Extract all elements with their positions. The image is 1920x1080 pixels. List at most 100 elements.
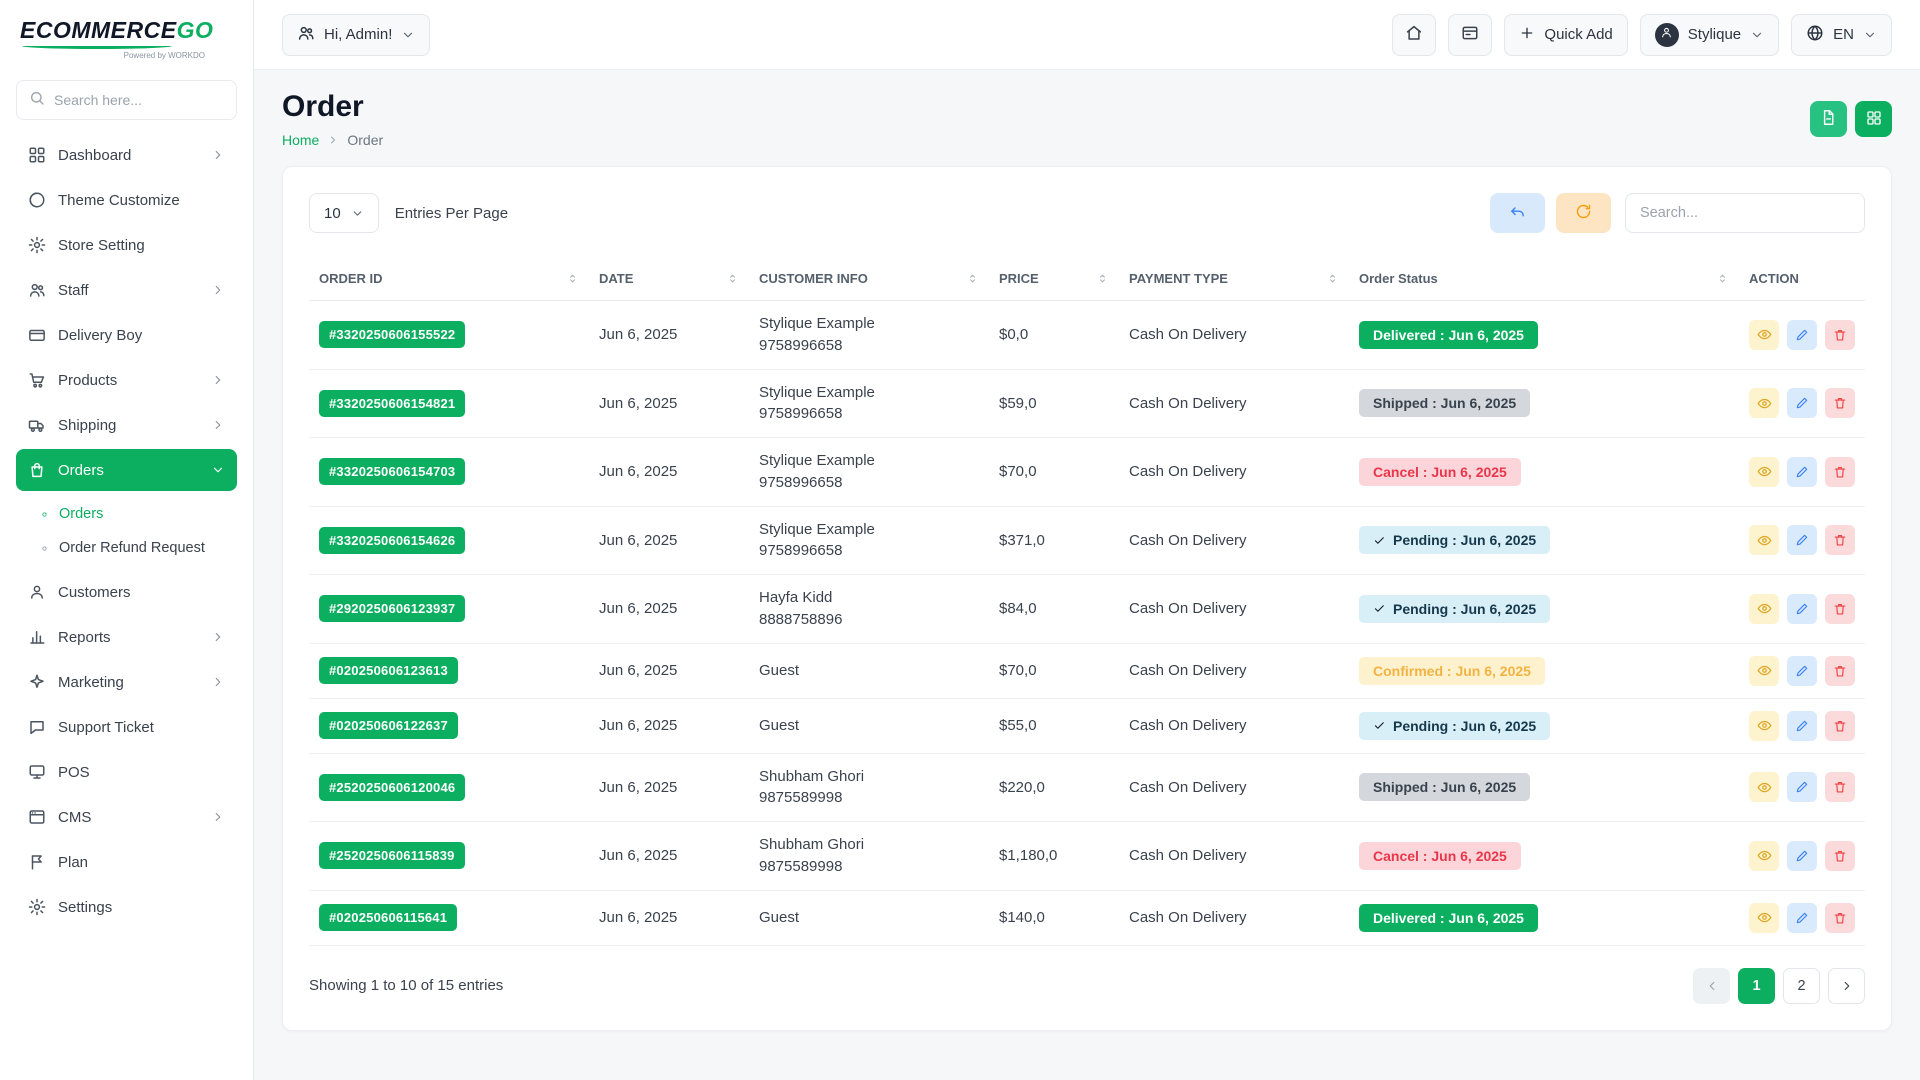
payment-type: Cash On Delivery (1129, 779, 1247, 796)
col-header-payment-type[interactable]: PAYMENT TYPE (1119, 257, 1349, 301)
order-id-badge[interactable]: #3320250606155522 (319, 321, 465, 348)
order-status-badge: Shipped : Jun 6, 2025 (1359, 773, 1530, 801)
sort-icon[interactable] (966, 272, 979, 285)
sidebar-item-products[interactable]: Products (16, 359, 237, 401)
edit-order-button[interactable] (1787, 525, 1817, 555)
sidebar-item-theme-customize[interactable]: Theme Customize (16, 179, 237, 221)
pagination-next-button[interactable] (1828, 968, 1865, 1004)
sidebar-item-dashboard[interactable]: Dashboard (16, 134, 237, 176)
sidebar-item-delivery-boy[interactable]: Delivery Boy (16, 314, 237, 356)
view-order-button[interactable] (1749, 656, 1779, 686)
delete-order-button[interactable] (1825, 656, 1855, 686)
col-header-date[interactable]: DATE (589, 257, 749, 301)
undo-button[interactable] (1490, 193, 1545, 233)
sidebar-item-cms[interactable]: CMS (16, 796, 237, 838)
sidebar-subitem-order-refund-request[interactable]: Order Refund Request (30, 532, 237, 564)
entries-value: 10 (324, 205, 341, 222)
table-row: #2920250606123937Jun 6, 2025Hayfa Kidd88… (309, 575, 1865, 644)
delete-order-button[interactable] (1825, 457, 1855, 487)
refresh-button[interactable] (1556, 193, 1611, 233)
view-order-button[interactable] (1749, 841, 1779, 871)
col-header-order-status[interactable]: Order Status (1349, 257, 1739, 301)
sidebar-item-marketing[interactable]: Marketing (16, 661, 237, 703)
language-switcher-button[interactable]: EN (1791, 14, 1892, 56)
sidebar-item-plan[interactable]: Plan (16, 841, 237, 883)
order-id-badge[interactable]: #2520250606115839 (319, 842, 465, 869)
sort-icon[interactable] (1096, 272, 1109, 285)
edit-order-button[interactable] (1787, 772, 1817, 802)
edit-order-button[interactable] (1787, 320, 1817, 350)
edit-order-button[interactable] (1787, 388, 1817, 418)
delete-order-button[interactable] (1825, 320, 1855, 350)
sort-icon[interactable] (1326, 272, 1339, 285)
admin-menu-button[interactable]: Hi, Admin! (282, 14, 430, 56)
home-button[interactable] (1392, 14, 1436, 56)
view-order-button[interactable] (1749, 457, 1779, 487)
delete-order-button[interactable] (1825, 388, 1855, 418)
edit-order-button[interactable] (1787, 457, 1817, 487)
export-button[interactable] (1810, 101, 1847, 137)
edit-order-button[interactable] (1787, 656, 1817, 686)
delete-order-button[interactable] (1825, 903, 1855, 933)
order-id-badge[interactable]: #3320250606154626 (319, 527, 465, 554)
user-icon (28, 583, 46, 601)
row-actions (1749, 656, 1855, 686)
pagination-prev-button[interactable] (1693, 968, 1730, 1004)
sidebar-item-staff[interactable]: Staff (16, 269, 237, 311)
edit-order-button[interactable] (1787, 711, 1817, 741)
view-order-button[interactable] (1749, 903, 1779, 933)
entries-per-page-select[interactable]: 10 (309, 193, 379, 233)
sort-icon[interactable] (566, 272, 579, 285)
quick-add-button[interactable]: Quick Add (1504, 14, 1627, 56)
table-row: #2520250606120046Jun 6, 2025Shubham Ghor… (309, 753, 1865, 822)
payment-type: Cash On Delivery (1129, 463, 1247, 480)
order-id-badge[interactable]: #020250606122637 (319, 712, 458, 739)
sidebar-item-reports[interactable]: Reports (16, 616, 237, 658)
sidebar-item-shipping[interactable]: Shipping (16, 404, 237, 446)
sidebar-item-support-ticket[interactable]: Support Ticket (16, 706, 237, 748)
pagination-page-2[interactable]: 2 (1783, 968, 1820, 1004)
view-order-button[interactable] (1749, 594, 1779, 624)
delete-order-button[interactable] (1825, 711, 1855, 741)
sidebar-subitem-orders[interactable]: Orders (30, 498, 237, 530)
view-order-button[interactable] (1749, 711, 1779, 741)
customer-phone: 9758996658 (759, 335, 979, 357)
sidebar-search[interactable] (16, 80, 237, 120)
view-order-button[interactable] (1749, 525, 1779, 555)
store-switcher-button[interactable]: Stylique (1640, 14, 1779, 56)
sidebar-search-input[interactable] (54, 92, 224, 108)
table-search-input[interactable] (1625, 193, 1865, 233)
breadcrumb-home-link[interactable]: Home (282, 132, 319, 148)
order-id-badge[interactable]: #3320250606154703 (319, 458, 465, 485)
sidebar-item-settings[interactable]: Settings (16, 886, 237, 928)
col-header-price[interactable]: PRICE (989, 257, 1119, 301)
order-id-badge[interactable]: #2520250606120046 (319, 774, 465, 801)
pos-card-button[interactable] (1448, 14, 1492, 56)
order-id-badge[interactable]: #020250606123613 (319, 657, 458, 684)
delete-order-button[interactable] (1825, 841, 1855, 871)
sort-icon[interactable] (726, 272, 739, 285)
delete-order-button[interactable] (1825, 525, 1855, 555)
order-id-badge[interactable]: #020250606115641 (319, 904, 457, 931)
col-header-customer-info[interactable]: CUSTOMER INFO (749, 257, 989, 301)
view-order-button[interactable] (1749, 320, 1779, 350)
sidebar-item-orders[interactable]: Orders (16, 449, 237, 491)
view-order-button[interactable] (1749, 772, 1779, 802)
view-order-button[interactable] (1749, 388, 1779, 418)
delete-order-button[interactable] (1825, 594, 1855, 624)
pagination-page-1[interactable]: 1 (1738, 968, 1775, 1004)
order-id-badge[interactable]: #2920250606123937 (319, 595, 465, 622)
order-id-badge[interactable]: #3320250606154821 (319, 390, 465, 417)
sort-icon[interactable] (1716, 272, 1729, 285)
sidebar-item-pos[interactable]: POS (16, 751, 237, 793)
grid-view-button[interactable] (1855, 101, 1892, 137)
edit-order-button[interactable] (1787, 903, 1817, 933)
sidebar-item-store-setting[interactable]: Store Setting (16, 224, 237, 266)
customer-phone: 9758996658 (759, 540, 979, 562)
sidebar-item-customers[interactable]: Customers (16, 571, 237, 613)
delete-order-button[interactable] (1825, 772, 1855, 802)
col-header-order-id[interactable]: ORDER ID (309, 257, 589, 301)
edit-order-button[interactable] (1787, 594, 1817, 624)
edit-order-button[interactable] (1787, 841, 1817, 871)
payment-type: Cash On Delivery (1129, 600, 1247, 617)
